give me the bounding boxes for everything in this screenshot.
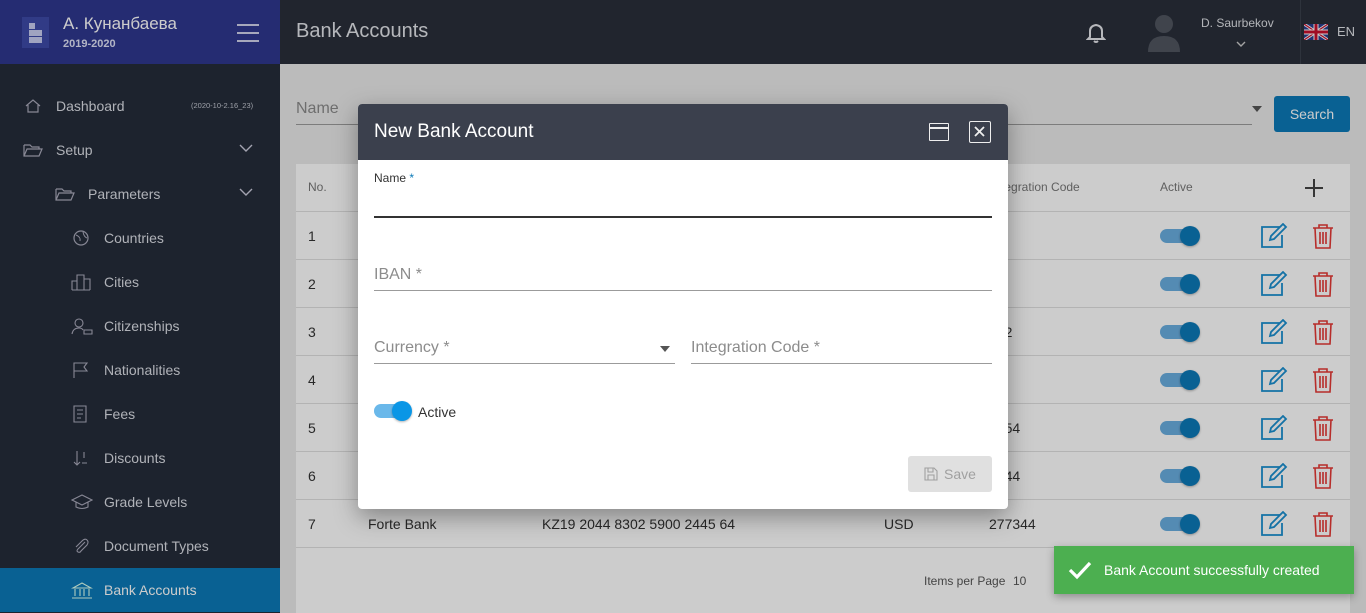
dialog-header: New Bank Account: [358, 104, 1008, 160]
close-icon[interactable]: [969, 121, 991, 143]
dialog-title: New Bank Account: [374, 121, 534, 142]
success-toast[interactable]: Bank Account successfully created: [1054, 546, 1354, 594]
active-toggle-label: Active: [418, 404, 457, 420]
toast-message: Bank Account successfully created: [1104, 562, 1320, 578]
iban-field[interactable]: IBAN *: [374, 264, 992, 292]
save-icon: [924, 467, 938, 481]
currency-select[interactable]: Currency *: [374, 337, 675, 365]
currency-placeholder: Currency *: [374, 339, 450, 356]
integration-code-field[interactable]: Integration Code *: [691, 337, 992, 365]
new-bank-account-dialog: New Bank Account Name * IBAN * Currency …: [358, 104, 1008, 509]
iban-placeholder: IBAN *: [374, 266, 423, 283]
name-field-label: Name: [374, 171, 407, 185]
active-toggle[interactable]: [374, 401, 412, 421]
integration-code-placeholder: Integration Code *: [691, 339, 820, 356]
required-marker: *: [409, 171, 415, 185]
name-field[interactable]: Name *: [374, 170, 992, 218]
maximize-icon[interactable]: [929, 123, 949, 141]
save-button[interactable]: Save: [908, 456, 992, 492]
save-button-label: Save: [944, 466, 976, 482]
dropdown-arrow-icon: [660, 346, 670, 352]
checkmark-icon: [1068, 561, 1092, 580]
